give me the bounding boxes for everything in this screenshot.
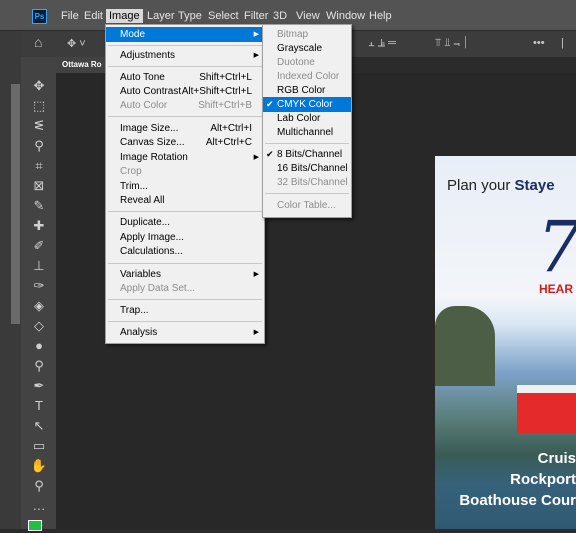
menu-edit[interactable]: Edit (84, 10, 103, 22)
brush-tool-icon[interactable]: ✐ (29, 237, 49, 255)
menu-layer[interactable]: Layer (147, 10, 175, 22)
menu-item-reveal-all[interactable]: Reveal All (106, 193, 264, 208)
document-tab[interactable]: Ottawa Ro (56, 57, 108, 73)
pen-tool-icon[interactable]: ✒ (29, 377, 49, 395)
mode-duotone: Duotone (277, 57, 315, 68)
menu-item-calculations[interactable]: Calculations... (106, 244, 264, 259)
tools-panel: ✥ ⬚ ᓬ ⚲ ⌗ ⊠ ✎ ✚ ✐ ⊥ ✑ ◈ ◇ ● ⚲ ✒ T ↖ ▭ ✋ … (21, 57, 56, 531)
menu-item-adjustments[interactable]: Adjustments ▶ (106, 48, 264, 63)
zoom-tool-icon[interactable]: ⚲ (29, 477, 49, 495)
dodge-tool-icon[interactable]: ⚲ (29, 357, 49, 375)
document-canvas[interactable]: Plan your Staye 7 HEAR Cruis Rockport Bo… (435, 156, 576, 529)
separator (108, 66, 262, 67)
menu-item-apply-image[interactable]: Apply Image... (106, 230, 264, 245)
move-tool-icon[interactable]: ✥ (29, 77, 49, 95)
checkmark-icon: ✔ (266, 99, 274, 109)
home-icon[interactable]: ⌂ (34, 34, 42, 50)
panel-scrollbar[interactable] (11, 84, 20, 324)
eraser-tool-icon[interactable]: ◈ (29, 297, 49, 315)
menu-filter[interactable]: Filter (244, 10, 268, 22)
menu-item-canvas-size[interactable]: Canvas Size... Alt+Ctrl+C (106, 135, 264, 150)
mode-submenu: Bitmap Grayscale Duotone Indexed Color R… (262, 24, 352, 218)
separator (108, 299, 262, 300)
divider-icon: | (561, 37, 564, 49)
menu-view[interactable]: View (296, 10, 320, 22)
photoshop-logo[interactable]: Ps (32, 9, 47, 24)
poster-line-3: Boathouse Cour (459, 492, 576, 509)
rectangle-tool-icon[interactable]: ▭ (29, 437, 49, 455)
healing-brush-tool-icon[interactable]: ✚ (29, 217, 49, 235)
mode-bitmap: Bitmap (277, 29, 309, 40)
menu-item-auto-contrast[interactable]: Auto Contrast Alt+Shift+Ctrl+L (106, 84, 264, 99)
checkmark-icon: ✔ (266, 149, 274, 159)
move-tool-icon[interactable]: ✥ ˅ (67, 37, 86, 50)
menu-select[interactable]: Select (208, 10, 239, 22)
menu-window[interactable]: Window (326, 10, 365, 22)
separator (108, 116, 262, 117)
gradient-tool-icon[interactable]: ◇ (29, 317, 49, 335)
poster-line-1: Cruis (537, 450, 576, 467)
eyedropper-tool-icon[interactable]: ✎ (29, 197, 49, 215)
menu-item-variables[interactable]: Variables ▶ (106, 267, 264, 282)
align-icon[interactable]: ⫠ ⫡ ═ (368, 37, 396, 50)
menu-item-image-rotation[interactable]: Image Rotation ▶ (106, 150, 264, 165)
poster-boat (517, 385, 576, 433)
lasso-tool-icon[interactable]: ᓬ (29, 117, 49, 135)
mode-rgb-color[interactable]: RGB Color (263, 83, 351, 98)
more-tools-icon[interactable]: … (29, 497, 49, 515)
menu-type[interactable]: Type (178, 10, 202, 22)
history-brush-tool-icon[interactable]: ✑ (29, 277, 49, 295)
mode-color-table: Color Table... (277, 200, 336, 211)
menu-item-auto-color: Auto Color Shift+Ctrl+B (120, 100, 252, 111)
separator (265, 143, 349, 144)
separator (108, 45, 262, 46)
separator (108, 211, 262, 212)
menu-item-trap[interactable]: Trap... (106, 303, 264, 318)
menu-item-duplicate[interactable]: Duplicate... (106, 215, 264, 230)
quick-select-tool-icon[interactable]: ⚲ (29, 137, 49, 155)
distribute-icon[interactable]: ⫪ ⫫ ⫬ ⏐ (435, 37, 468, 50)
path-select-tool-icon[interactable]: ↖ (29, 417, 49, 435)
menu-item-auto-tone[interactable]: Auto Tone Shift+Ctrl+L (106, 70, 264, 85)
menu-item-crop: Crop (120, 166, 142, 177)
menu-3d[interactable]: 3D (273, 10, 287, 22)
more-options-icon[interactable]: ••• (533, 37, 545, 49)
mode-cmyk-color[interactable]: ✔ CMYK Color (263, 97, 351, 112)
marquee-tool-icon[interactable]: ⬚ (29, 97, 49, 115)
menu-item-mode[interactable]: Mode ▶ (106, 27, 264, 42)
poster-headline: Plan your Staye (447, 177, 555, 194)
menu-help[interactable]: Help (369, 10, 392, 22)
menu-item-analysis[interactable]: Analysis ▶ (106, 325, 264, 340)
separator (108, 263, 262, 264)
menu-file[interactable]: File (61, 10, 79, 22)
poster-line-2: Rockport (510, 471, 576, 488)
menu-image[interactable]: Image (106, 9, 143, 23)
mode-32-bits: 32 Bits/Channel (277, 177, 348, 188)
menu-item-trim[interactable]: Trim... (106, 179, 264, 194)
mode-indexed-color: Indexed Color (277, 71, 340, 82)
poster-hear-text: HEAR (539, 282, 574, 296)
menu-item-apply-data-set: Apply Data Set... (120, 283, 196, 294)
hand-tool-icon[interactable]: ✋ (29, 457, 49, 475)
blur-tool-icon[interactable]: ● (29, 337, 49, 355)
separator (108, 321, 262, 322)
mode-16-bits[interactable]: 16 Bits/Channel (263, 161, 351, 176)
clone-stamp-tool-icon[interactable]: ⊥ (29, 257, 49, 275)
crop-tool-icon[interactable]: ⌗ (29, 157, 49, 175)
frame-tool-icon[interactable]: ⊠ (29, 177, 49, 195)
image-menu: Mode ▶ Adjustments ▶ Auto Tone Shift+Ctrl+L… (105, 24, 265, 344)
mode-grayscale[interactable]: Grayscale (263, 41, 351, 56)
poster-big-number: 7 (537, 206, 576, 288)
type-tool-icon[interactable]: T (29, 397, 49, 415)
mode-8-bits[interactable]: ✔ 8 Bits/Channel (263, 147, 351, 162)
separator (265, 193, 349, 194)
poster-castle-trees (435, 306, 495, 386)
menu-item-image-size[interactable]: Image Size... Alt+Ctrl+I (106, 121, 264, 136)
mode-multichannel[interactable]: Multichannel (263, 125, 351, 140)
foreground-color-swatch[interactable] (28, 520, 42, 531)
mode-lab-color[interactable]: Lab Color (263, 111, 351, 126)
